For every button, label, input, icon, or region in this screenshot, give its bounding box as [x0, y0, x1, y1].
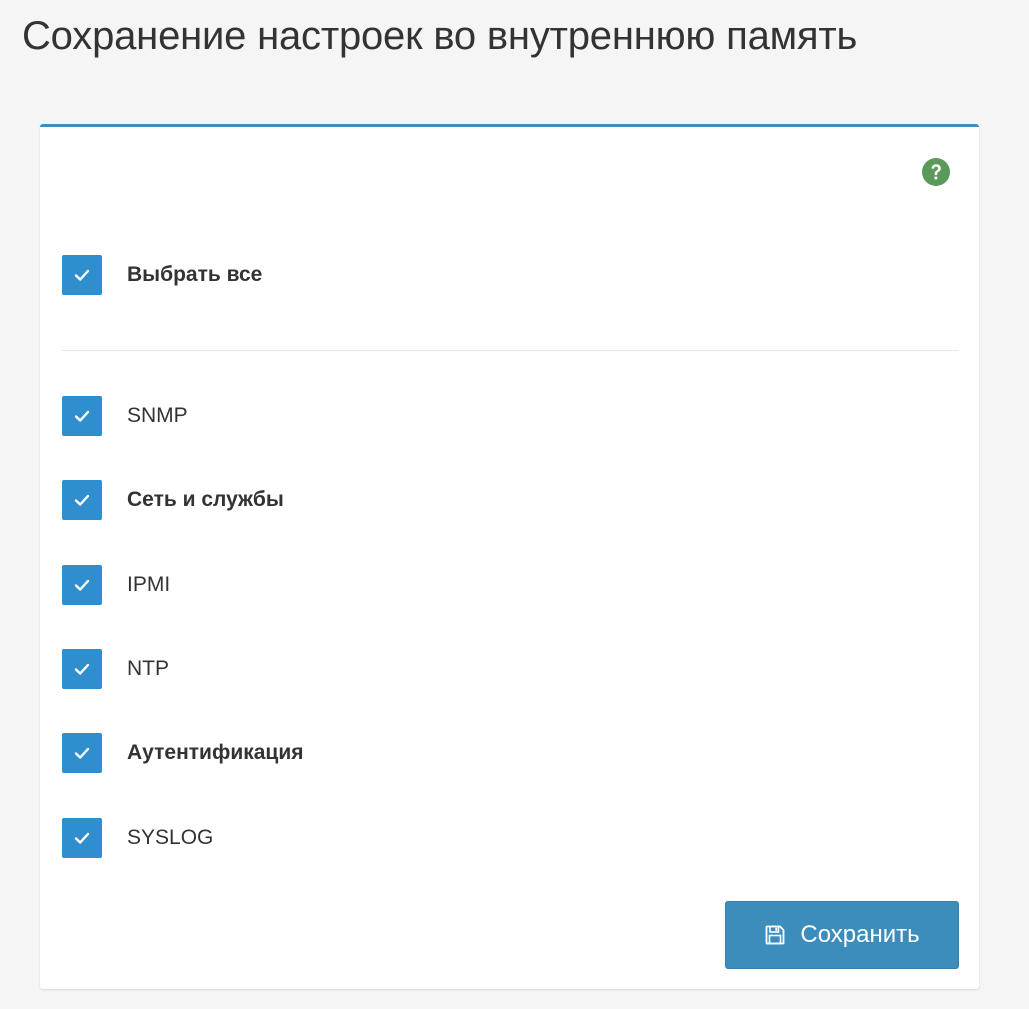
settings-panel: Выбрать все SNMP Сеть и службы IPMI NTP …: [40, 124, 979, 989]
option-row-syslog[interactable]: SYSLOG: [62, 818, 213, 858]
network-services-checkbox[interactable]: [62, 480, 102, 520]
network-services-label: Сеть и службы: [127, 488, 284, 511]
ntp-checkbox[interactable]: [62, 649, 102, 689]
page-title: Сохранение настроек во внутреннюю память: [22, 14, 858, 58]
divider: [62, 350, 959, 351]
checkmark-icon: [74, 747, 90, 759]
checkmark-icon: [74, 410, 90, 422]
option-row-ipmi[interactable]: IPMI: [62, 565, 170, 605]
select-all-checkbox[interactable]: [62, 255, 102, 295]
syslog-label: SYSLOG: [127, 826, 214, 849]
checkmark-icon: [74, 832, 90, 844]
floppy-disk-icon: [764, 924, 786, 946]
ntp-label: NTP: [127, 657, 169, 680]
option-row-ntp[interactable]: NTP: [62, 649, 169, 689]
option-row-snmp[interactable]: SNMP: [62, 396, 188, 436]
select-all-row[interactable]: Выбрать все: [62, 255, 262, 295]
checkmark-icon: [74, 269, 90, 281]
question-circle-icon[interactable]: [921, 157, 951, 187]
syslog-checkbox[interactable]: [62, 818, 102, 858]
option-row-authentication[interactable]: Аутентификация: [62, 733, 304, 773]
authentication-label: Аутентификация: [127, 741, 304, 764]
snmp-checkbox[interactable]: [62, 396, 102, 436]
save-button[interactable]: Сохранить: [725, 901, 959, 969]
ipmi-checkbox[interactable]: [62, 565, 102, 605]
authentication-checkbox[interactable]: [62, 733, 102, 773]
ipmi-label: IPMI: [127, 573, 171, 596]
checkmark-icon: [74, 663, 90, 675]
checkmark-icon: [74, 579, 90, 591]
select-all-label: Выбрать все: [127, 263, 263, 286]
snmp-label: SNMP: [127, 404, 188, 427]
checkmark-icon: [74, 494, 90, 506]
save-button-label: Сохранить: [800, 921, 920, 948]
option-row-network[interactable]: Сеть и службы: [62, 480, 284, 520]
